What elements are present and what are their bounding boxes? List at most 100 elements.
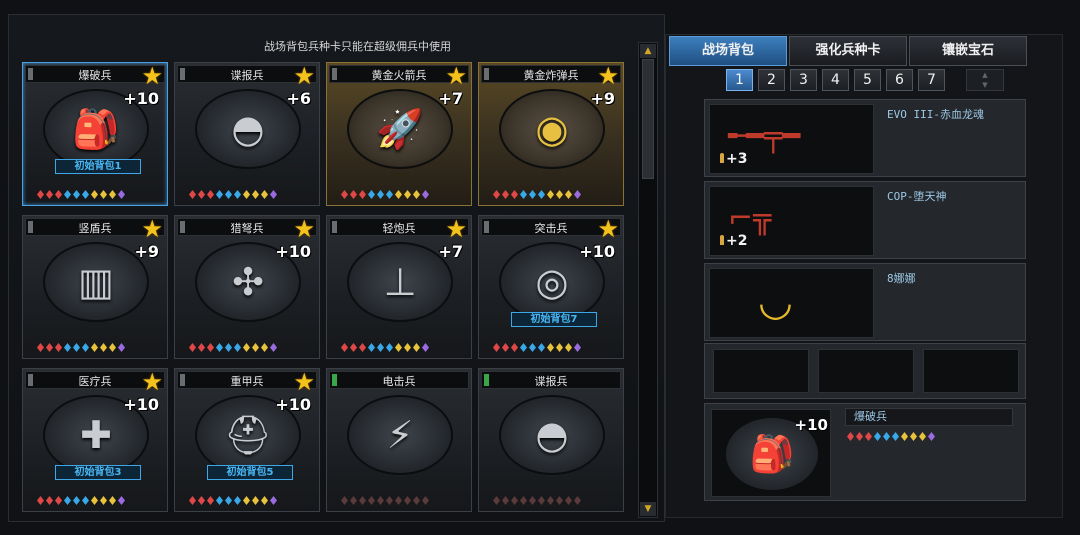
weapon-name: EVO III-赤血龙魂 [887, 108, 984, 121]
tower-shield-icon: ▥ [78, 260, 114, 304]
gem-row [341, 496, 429, 505]
page-button-1[interactable]: 1 [726, 69, 753, 91]
soldier-card[interactable]: 爆破兵 ★ 🎒 +10 初始背包1 [22, 62, 168, 206]
gem-icon [64, 496, 71, 505]
soldier-card[interactable]: 猎弩兵 ★ ✣ +10 [174, 215, 320, 359]
tab-enhance-card[interactable]: 强化兵种卡 [789, 36, 907, 66]
card-level: +7 [438, 89, 463, 108]
card-portrait: ◓ [499, 395, 605, 475]
page-arrows[interactable]: ▲ ▼ [966, 69, 1004, 91]
equipped-card-thumb[interactable]: 🎒 +10 [711, 409, 831, 497]
empty-slot-row [704, 343, 1026, 399]
gem-icon [100, 496, 107, 505]
gem-icon [359, 190, 366, 199]
gem-icon [198, 496, 205, 505]
assault-scope-icon: ◎ [535, 260, 569, 304]
scroll-thumb[interactable] [642, 59, 654, 179]
equipped-card-slot[interactable]: 🎒 +10 爆破兵 [704, 403, 1026, 501]
gem-row [189, 190, 277, 199]
gem-icon [529, 496, 536, 505]
weapon-slot[interactable]: ╾━╤━ +3 [709, 104, 874, 174]
gold-bomb-icon: ◉ [535, 107, 569, 151]
page-button-4[interactable]: 4 [822, 69, 849, 91]
gem-icon [109, 190, 116, 199]
soldier-card[interactable]: 竖盾兵 ★ ▥ +9 [22, 215, 168, 359]
gem-icon [556, 190, 563, 199]
weapon-slot-row[interactable]: ⌐╦ +2 COP-堕天神 [704, 181, 1026, 259]
weapon-slot[interactable]: ⌐╦ +2 [709, 186, 874, 256]
gem-icon [395, 496, 402, 505]
weapon-slot-row[interactable]: ╾━╤━ +3 EVO III-赤血龙魂 [704, 99, 1026, 177]
card-level: +10 [275, 395, 311, 414]
gem-icon [368, 496, 375, 505]
soldier-card[interactable]: 突击兵 ★ ◎ +10 初始背包7 [478, 215, 624, 359]
empty-slot[interactable] [713, 349, 809, 393]
gem-icon [270, 343, 277, 352]
gem-icon [538, 496, 545, 505]
gem-row [493, 190, 581, 199]
gem-icon [511, 190, 518, 199]
scroll-down-arrow-icon[interactable]: ▼ [640, 502, 656, 516]
weapon-slot-row[interactable]: ◡ 8娜娜 [704, 263, 1026, 341]
star-icon: ★ [141, 368, 163, 396]
gem-icon [341, 343, 348, 352]
gem-icon [574, 190, 581, 199]
demolition-pack-icon: 🎒 [72, 106, 120, 151]
gem-icon [395, 343, 402, 352]
soldier-card[interactable]: 轻炮兵 ★ ⊥ +7 [326, 215, 472, 359]
gem-icon [234, 343, 241, 352]
gem-icon [73, 343, 80, 352]
page-button-5[interactable]: 5 [854, 69, 881, 91]
backpack-panel: 战场背包 强化兵种卡 镶嵌宝石 1 2 3 4 5 6 7 ▲ ▼ ╾━╤━ +… [665, 34, 1063, 518]
gem-icon [341, 190, 348, 199]
gem-icon [243, 343, 250, 352]
card-level: +10 [275, 242, 311, 261]
gem-icon [37, 343, 44, 352]
gem-icon [118, 190, 125, 199]
gem-icon [511, 343, 518, 352]
gem-icon [520, 190, 527, 199]
page-button-6[interactable]: 6 [886, 69, 913, 91]
gem-icon [225, 343, 232, 352]
gem-icon [901, 432, 908, 441]
gem-icon [261, 496, 268, 505]
pistol-icon: ⌐╦ [728, 201, 772, 236]
tab-battlefield-backpack[interactable]: 战场背包 [669, 36, 787, 66]
gem-icon [413, 496, 420, 505]
empty-slot[interactable] [923, 349, 1019, 393]
tab-inlay-gem[interactable]: 镶嵌宝石 [909, 36, 1027, 66]
page-down-arrow-icon[interactable]: ▼ [967, 80, 1003, 90]
soldier-card[interactable]: 医疗兵 ★ ✚ +10 初始背包3 [22, 368, 168, 512]
gem-icon [892, 432, 899, 441]
gem-icon [270, 190, 277, 199]
page-selector: 1 2 3 4 5 6 7 [726, 69, 945, 91]
inventory-scrollbar[interactable]: ▲ ▼ [638, 42, 658, 518]
gem-icon [511, 496, 518, 505]
gem-icon [243, 496, 250, 505]
scroll-up-arrow-icon[interactable]: ▲ [640, 44, 656, 58]
soldier-card[interactable]: 黄金火箭兵 ★ 🚀 +7 [326, 62, 472, 206]
gem-icon [109, 343, 116, 352]
page-button-3[interactable]: 3 [790, 69, 817, 91]
medkit-icon: ✚ [80, 413, 112, 457]
soldier-card[interactable]: 电击兵 ⚡ [326, 368, 472, 512]
soldier-card[interactable]: 重甲兵 ★ ⛑ +10 初始背包5 [174, 368, 320, 512]
page-button-2[interactable]: 2 [758, 69, 785, 91]
ammo-count: +3 [720, 151, 747, 167]
gem-icon [502, 190, 509, 199]
page-button-7[interactable]: 7 [918, 69, 945, 91]
gem-icon [520, 343, 527, 352]
soldier-card[interactable]: 谍报兵 ◓ [478, 368, 624, 512]
page-up-arrow-icon[interactable]: ▲ [967, 70, 1003, 80]
soldier-card[interactable]: 谍报兵 ★ ◓ +6 [174, 62, 320, 206]
card-header: 电击兵 [329, 371, 469, 389]
card-level: +7 [438, 242, 463, 261]
gem-icon [109, 496, 116, 505]
soldier-card[interactable]: 黄金炸弹兵 ★ ◉ +9 [478, 62, 624, 206]
empty-slot[interactable] [818, 349, 914, 393]
gem-icon [359, 496, 366, 505]
gem-icon [243, 190, 250, 199]
gem-icon [252, 190, 259, 199]
gem-icon [368, 190, 375, 199]
weapon-slot[interactable]: ◡ [709, 268, 874, 338]
